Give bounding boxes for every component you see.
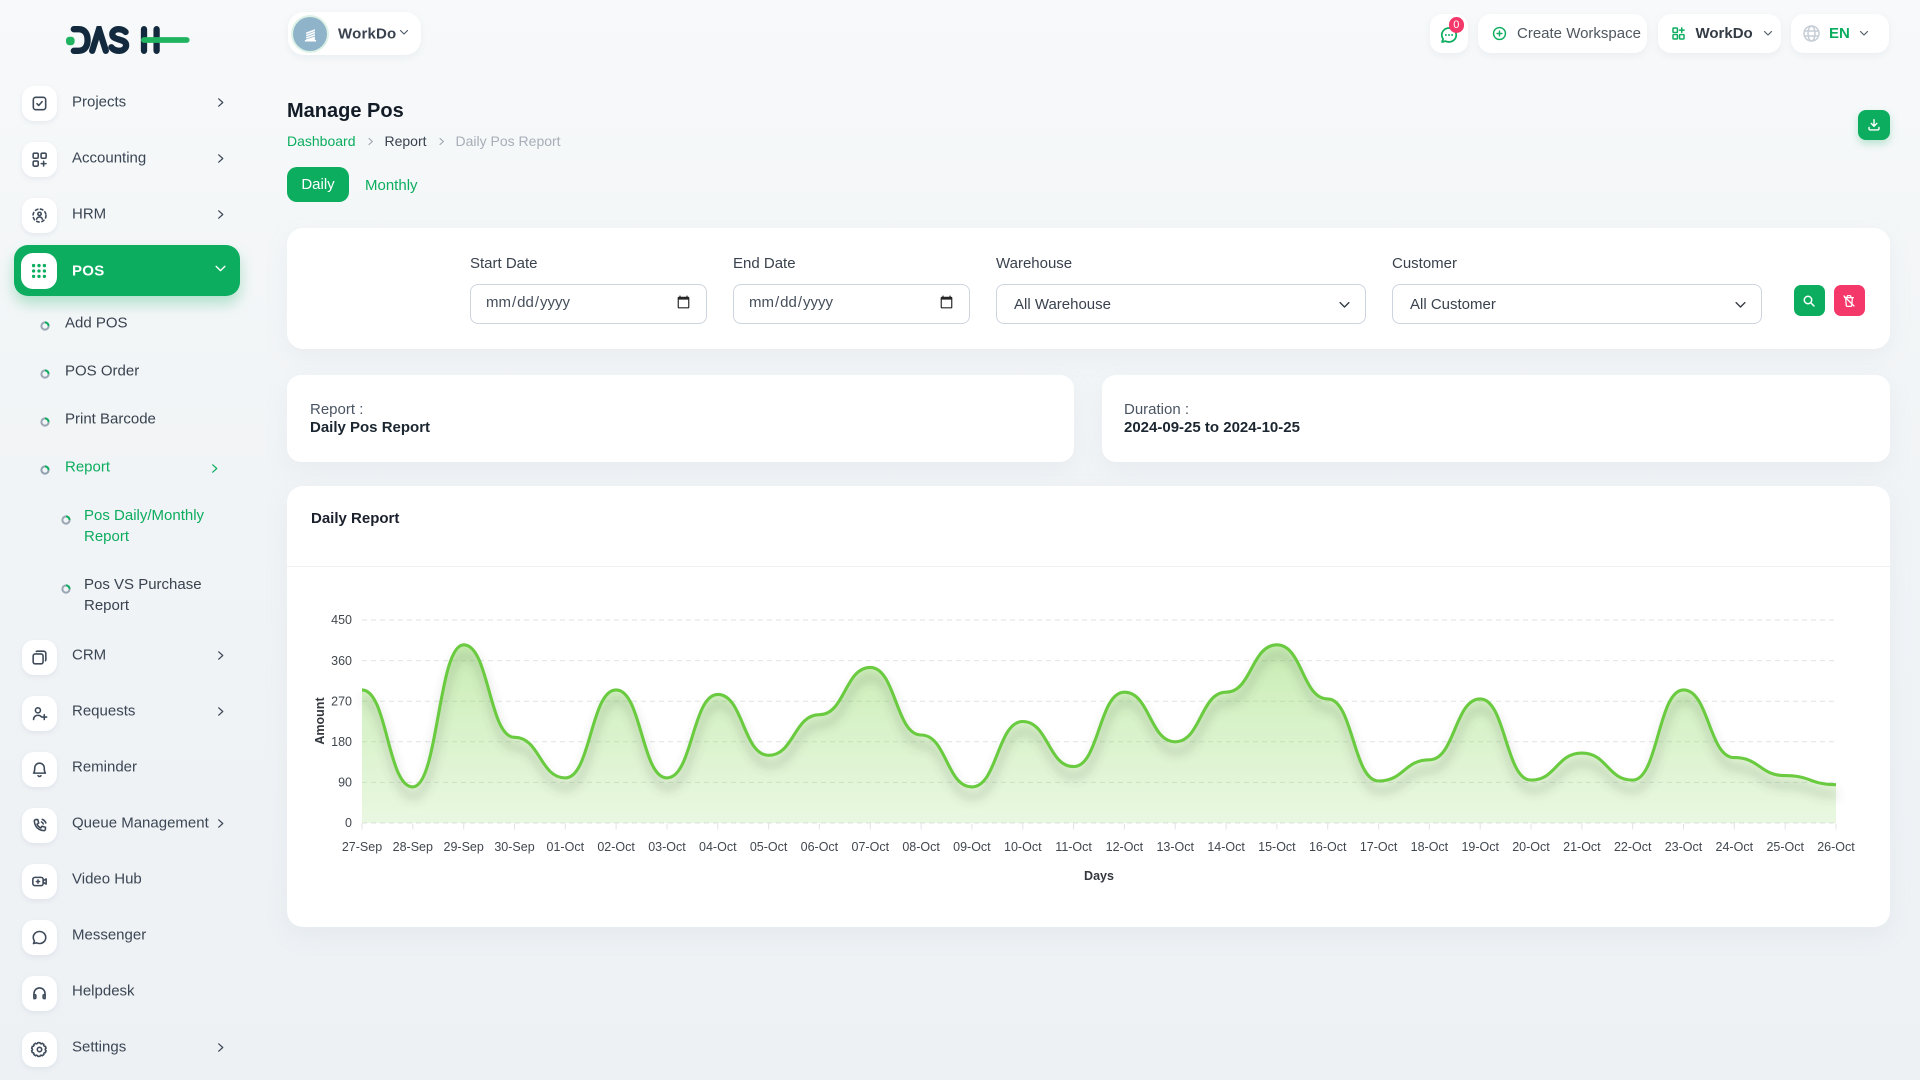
svg-text:28-Sep: 28-Sep [393, 840, 433, 854]
svg-text:15-Oct: 15-Oct [1258, 840, 1296, 854]
svg-text:14-Oct: 14-Oct [1207, 840, 1245, 854]
svg-text:26-Oct: 26-Oct [1817, 840, 1855, 854]
svg-text:07-Oct: 07-Oct [852, 840, 890, 854]
svg-text:08-Oct: 08-Oct [902, 840, 940, 854]
svg-text:27-Sep: 27-Sep [342, 840, 382, 854]
svg-text:09-Oct: 09-Oct [953, 840, 991, 854]
svg-text:270: 270 [331, 694, 352, 708]
svg-text:01-Oct: 01-Oct [547, 840, 585, 854]
svg-text:12-Oct: 12-Oct [1106, 840, 1144, 854]
svg-text:18-Oct: 18-Oct [1411, 840, 1449, 854]
svg-text:03-Oct: 03-Oct [648, 840, 686, 854]
svg-text:Days: Days [1084, 869, 1114, 883]
svg-text:11-Oct: 11-Oct [1055, 840, 1092, 854]
svg-text:23-Oct: 23-Oct [1665, 840, 1703, 854]
svg-text:180: 180 [331, 735, 352, 749]
svg-text:04-Oct: 04-Oct [699, 840, 737, 854]
svg-text:13-Oct: 13-Oct [1156, 840, 1194, 854]
svg-text:360: 360 [331, 654, 352, 668]
svg-text:22-Oct: 22-Oct [1614, 840, 1652, 854]
svg-text:06-Oct: 06-Oct [801, 840, 839, 854]
svg-text:17-Oct: 17-Oct [1360, 840, 1398, 854]
svg-text:20-Oct: 20-Oct [1512, 840, 1550, 854]
svg-text:Amount: Amount [313, 697, 327, 745]
svg-text:90: 90 [338, 776, 352, 790]
svg-text:0: 0 [345, 816, 352, 830]
svg-text:10-Oct: 10-Oct [1004, 840, 1042, 854]
svg-text:19-Oct: 19-Oct [1461, 840, 1499, 854]
svg-text:24-Oct: 24-Oct [1716, 840, 1754, 854]
svg-text:29-Sep: 29-Sep [444, 840, 484, 854]
svg-text:02-Oct: 02-Oct [597, 840, 635, 854]
svg-text:16-Oct: 16-Oct [1309, 840, 1347, 854]
svg-text:21-Oct: 21-Oct [1563, 840, 1601, 854]
svg-text:30-Sep: 30-Sep [494, 840, 534, 854]
svg-text:25-Oct: 25-Oct [1766, 840, 1804, 854]
svg-text:450: 450 [331, 613, 352, 627]
svg-text:05-Oct: 05-Oct [750, 840, 788, 854]
